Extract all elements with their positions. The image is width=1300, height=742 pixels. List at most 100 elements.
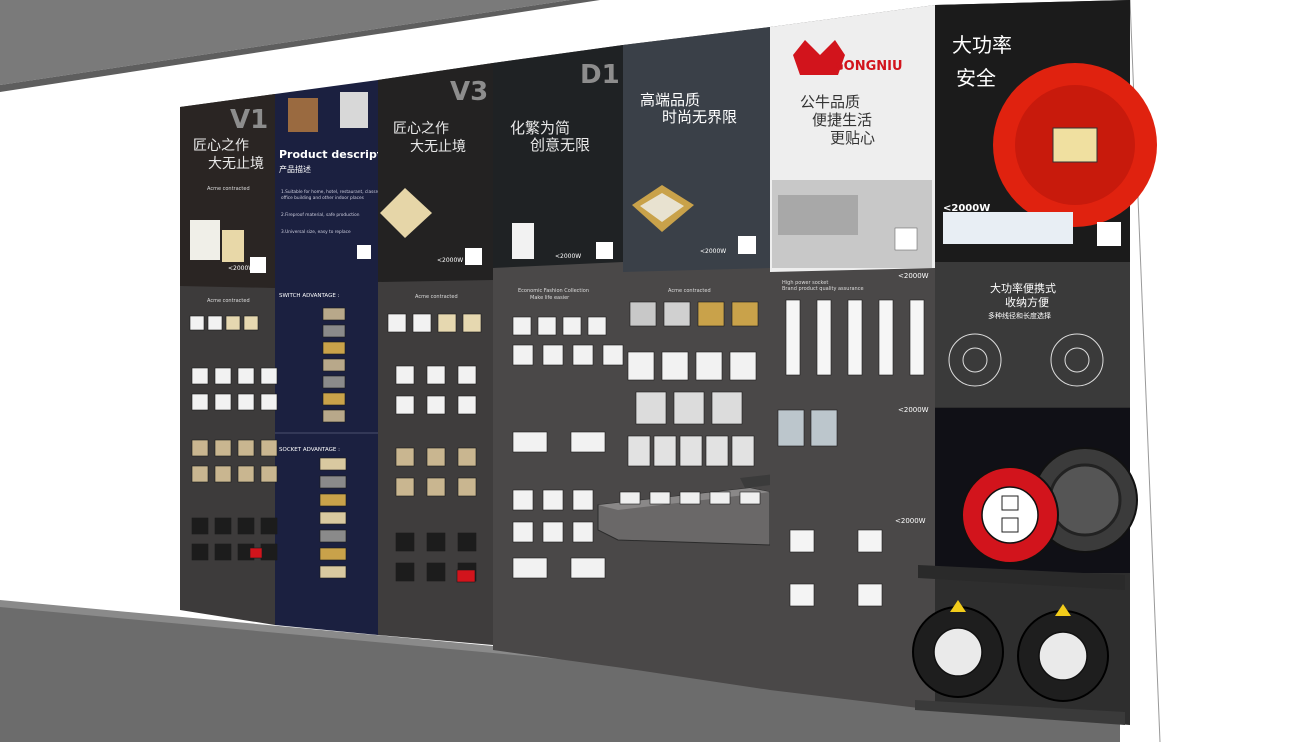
v3-slogan-line2: 大无止境 [410,139,466,155]
floor-box-tile [731,435,755,467]
d1-socket-tile [570,431,606,453]
d1-switch-tile [542,521,564,543]
gongniu-box-tile [810,409,838,447]
d1-section-title-1: Economic Fashion Collection [518,288,589,294]
gongniu-qr-code [894,227,918,251]
d1-switch-tile [542,344,564,366]
v1-black-socket-tile [237,517,255,535]
floor-popup-tile [679,491,701,505]
power-strip [878,299,894,376]
switch-advantage-heading: SWITCH ADVANTAGE : [279,293,340,299]
v3-black-socket-tile [426,532,446,552]
d1-switch-sample [512,223,534,259]
v1-black-socket-tile [260,543,278,561]
product-explode-part [319,457,347,471]
v3-section-title: Acme contracted [415,294,458,300]
gongniu-socket-tile [857,529,883,553]
product-explode-part [319,475,347,489]
product-explode-part [319,547,347,561]
product-explode-part [322,375,346,389]
v3-socket-tile [457,395,477,415]
floor-box-tile [679,435,703,467]
v3-gold-socket-tile [395,447,415,467]
v1-socket-tile [191,393,209,411]
product-explode-part [319,529,347,543]
showroom-scene: V1 匠心之作 大无止境 Acme contracted <2000W Acme… [0,0,1161,742]
floor-box-tile [673,391,705,425]
gongniu-power-2: <2000W [898,406,929,414]
reel-subtitle: 多种线径和长度选择 [988,311,1051,320]
v1-qr-code [250,257,266,273]
v1-socket-tile [260,393,278,411]
product-explode-part [319,493,347,507]
floor-section-title: Acme contracted [668,288,711,294]
reel-qr-code [1097,222,1121,246]
d1-socket-tile [512,557,548,579]
v1-gold-socket-tile [260,465,278,483]
v1-black-socket-tile [214,517,232,535]
socket-advantage-heading: SOCKET ADVANTAGE : [279,447,340,453]
gongniu-power-1: <2000W [898,272,929,280]
v1-gold-socket-tile [237,465,255,483]
floor-box-tile [635,391,667,425]
gongniu-slogan-line3: 更贴心 [830,129,875,147]
v1-switch-tile [225,315,241,331]
product-title-cn: 产品描述 [279,164,311,174]
floor-slogan-line1: 高端品质 [640,91,700,109]
product-explode-part [319,511,347,525]
v3-switch-tile [412,313,432,333]
v1-socket-tile [260,367,278,385]
product-explode-part [322,324,346,338]
floor-box-tile [711,391,743,425]
v3-slogan-line1: 匠心之作 [393,121,449,137]
gongniu-socket-tile [857,583,883,607]
v1-red-switch [249,547,263,559]
v1-gold-socket-tile [191,439,209,457]
v3-qr-code [465,248,482,265]
floor-qr-code [738,236,756,254]
v3-black-socket-tile [457,532,477,552]
v1-gold-socket-tile [214,439,232,457]
gongniu-socket-tile [789,583,815,607]
gongniu-power-3: <2000W [895,517,926,525]
reel-power: <2000W [943,203,990,214]
floor-socket-tile [697,301,725,327]
d1-switch-tile [512,489,534,511]
v1-switch-tile [243,315,259,331]
v3-black-socket-tile [426,562,446,582]
floor-popup-tile [649,491,671,505]
floor-box-tile [627,351,655,381]
reel-slogan-line1: 大功率 [952,33,1012,57]
floor-box-tile [661,351,689,381]
v1-black-socket-tile [260,517,278,535]
gongniu-box-tile [777,409,805,447]
v3-switch-tile [387,313,407,333]
floor-box-tile [695,351,723,381]
reel-title-line2: 收纳方便 [1005,295,1049,309]
v1-switch-tile [189,315,205,331]
v3-gold-socket-tile [395,477,415,497]
floor-box-tile [627,435,651,467]
product-bullet-3: 3.Universal size, easy to replace [281,229,351,235]
power-strip [847,299,863,376]
product-bullet-1: 1.Suitable for home, hotel, restaurant, … [281,189,388,195]
product-socket-photo [340,92,368,128]
v3-gold-socket-tile [457,447,477,467]
v3-badge: V3 [450,77,488,107]
v3-switch-tile [437,313,457,333]
reel-title-line1: 大功率便携式 [990,281,1056,295]
floor-power: <2000W [700,248,726,255]
product-explode-part [322,392,346,406]
v1-gold-socket-tile [214,465,232,483]
gongniu-section-title-2: Brand product quality assurance [782,286,864,292]
gongniu-slogan-line1: 公牛品质 [800,93,860,111]
v1-slogan-line1: 匠心之作 [193,138,249,154]
reel-slogan-line2: 安全 [956,66,996,90]
product-bullet-1b: office building and other indoor places [281,195,365,201]
d1-switch-tile [562,316,582,336]
v1-black-socket-tile [191,543,209,561]
v3-switch-tile [462,313,482,333]
v1-gold-socket-tile [191,465,209,483]
d1-socket-tile [570,557,606,579]
v1-socket-tile [191,367,209,385]
